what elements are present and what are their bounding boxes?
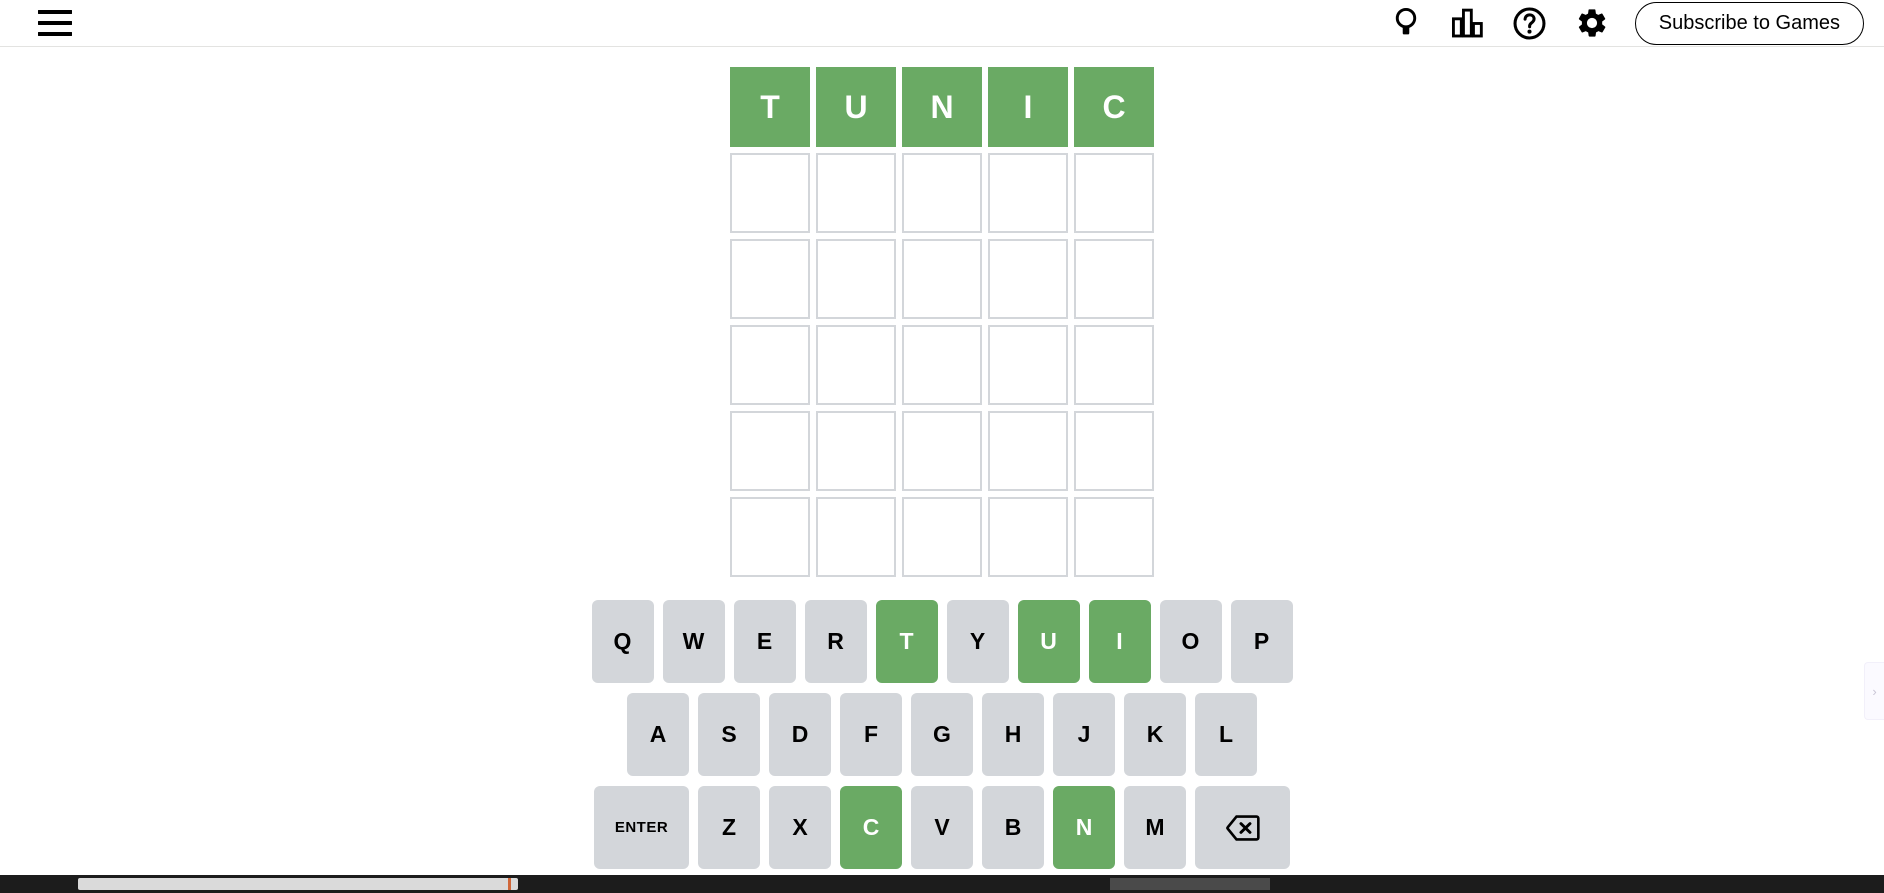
header-actions: Subscribe to Games (1375, 1, 1864, 45)
key-c[interactable]: C (840, 786, 902, 869)
board-tile (988, 153, 1068, 233)
key-t[interactable]: T (875, 600, 938, 683)
wordle-app: Subscribe to Games TUNIC QWERTYUIOPASDFG… (0, 0, 1884, 893)
board-row (730, 411, 1154, 491)
key-o[interactable]: O (1159, 600, 1222, 683)
key-q[interactable]: Q (591, 600, 654, 683)
key-enter[interactable]: ENTER (594, 786, 689, 869)
key-z[interactable]: Z (698, 786, 760, 869)
board-tile (988, 325, 1068, 405)
board-tile (988, 411, 1068, 491)
board-tile: T (730, 67, 810, 147)
key-f[interactable]: F (840, 693, 902, 776)
key-p[interactable]: P (1230, 600, 1293, 683)
scrollbar-segment (1110, 878, 1270, 890)
menu-line-1 (38, 10, 72, 14)
board-tile (902, 239, 982, 319)
key-y[interactable]: Y (946, 600, 1009, 683)
board-tile (1074, 239, 1154, 319)
key-s[interactable]: S (698, 693, 760, 776)
subscribe-to-games-button[interactable]: Subscribe to Games (1634, 1, 1864, 45)
board-row: TUNIC (730, 67, 1154, 147)
board-tile (816, 411, 896, 491)
key-b[interactable]: B (982, 786, 1044, 869)
board-tile (816, 153, 896, 233)
board-tile (902, 411, 982, 491)
board-tile (1074, 325, 1154, 405)
board-tile (816, 497, 896, 577)
keyboard-row: QWERTYUIOP (591, 600, 1293, 683)
key-j[interactable]: J (1053, 693, 1115, 776)
game-board-wrapper: TUNIC (0, 47, 1884, 587)
board-tile (902, 153, 982, 233)
board-tile (902, 497, 982, 577)
keyboard-row: ASDFGHJKL (627, 693, 1257, 776)
board-tile: N (902, 67, 982, 147)
board-tile (1074, 497, 1154, 577)
on-screen-keyboard: Q W E R T Y U I O P A S D F G H J K L ENTER Z X C V B N M (0, 600, 1884, 869)
horizontal-scrollbar-thumb[interactable] (78, 878, 518, 890)
game-board: TUNIC (730, 67, 1154, 577)
board-row (730, 325, 1154, 405)
key-r[interactable]: R (804, 600, 867, 683)
key-e[interactable]: E (733, 600, 796, 683)
board-tile: I (988, 67, 1068, 147)
board-row (730, 497, 1154, 577)
key-i[interactable]: I (1088, 600, 1151, 683)
board-row (730, 153, 1154, 233)
horizontal-scrollbar-track[interactable] (0, 875, 1884, 893)
board-tile (816, 325, 896, 405)
board-tile (816, 239, 896, 319)
key-l[interactable]: L (1195, 693, 1257, 776)
key-a[interactable]: A (627, 693, 689, 776)
key-x[interactable]: X (769, 786, 831, 869)
board-tile (1074, 411, 1154, 491)
lightbulb-icon[interactable] (1375, 1, 1437, 45)
question-mark-icon[interactable] (1499, 1, 1561, 45)
board-tile (730, 239, 810, 319)
menu-line-3 (38, 32, 72, 36)
gear-icon[interactable] (1561, 1, 1623, 45)
hamburger-menu-icon[interactable] (38, 10, 72, 36)
key-g[interactable]: G (911, 693, 973, 776)
key-n[interactable]: N (1053, 786, 1115, 869)
chevron-right-icon[interactable]: › (1864, 662, 1884, 720)
key-v[interactable]: V (911, 786, 973, 869)
key-u[interactable]: U (1017, 600, 1080, 683)
key-w[interactable]: W (662, 600, 725, 683)
keyboard-row: ENTER Z X C V B N M (594, 786, 1290, 869)
board-tile (730, 497, 810, 577)
board-tile (730, 325, 810, 405)
board-tile (988, 497, 1068, 577)
board-tile (730, 411, 810, 491)
key-h[interactable]: H (982, 693, 1044, 776)
scrollbar-marker (508, 878, 511, 890)
menu-line-2 (38, 21, 72, 25)
board-tile (730, 153, 810, 233)
board-tile: C (1074, 67, 1154, 147)
board-tile (988, 239, 1068, 319)
board-tile (1074, 153, 1154, 233)
app-header: Subscribe to Games (0, 0, 1884, 47)
key-k[interactable]: K (1124, 693, 1186, 776)
key-d[interactable]: D (769, 693, 831, 776)
board-row (730, 239, 1154, 319)
board-tile (902, 325, 982, 405)
board-tile: U (816, 67, 896, 147)
backspace-icon[interactable] (1195, 786, 1290, 869)
bar-chart-icon[interactable] (1437, 1, 1499, 45)
key-m[interactable]: M (1124, 786, 1186, 869)
